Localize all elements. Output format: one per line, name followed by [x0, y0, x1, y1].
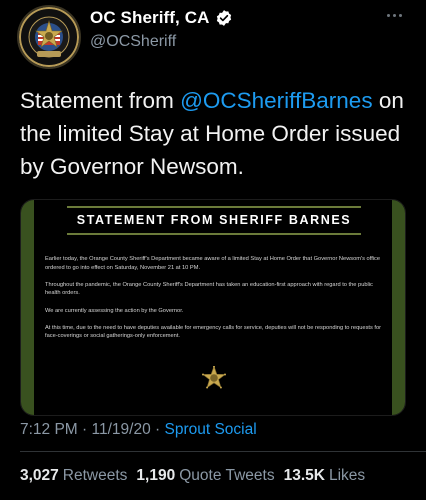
statement-paragraph: Earlier today, the Orange County Sheriff… [45, 256, 381, 271]
likes-stat[interactable]: 13.5K Likes [284, 466, 366, 486]
meta-separator: · [150, 421, 165, 438]
statement-paragraph: At this time, due to the need to have de… [45, 324, 382, 340]
sheriff-star-badge-icon [202, 366, 226, 389]
quote-tweets-stat[interactable]: 1,190 Quote Tweets [136, 466, 274, 486]
verified-badge-icon [217, 10, 232, 26]
statement-heading: STATEMENT FROM SHERIFF BARNES [67, 206, 361, 235]
meta-separator: · [77, 421, 92, 438]
tweet-source-link[interactable]: Sprout Social [164, 421, 256, 438]
avatar[interactable] [17, 5, 81, 69]
divider [20, 451, 426, 452]
tweet-text-before: Statement from [20, 88, 181, 113]
tweet-stats: 3,027 Retweets 1,190 Quote Tweets 13.5K Lik… [20, 466, 374, 486]
tweet-time[interactable]: 7:12 PM [20, 421, 78, 438]
tweet-header: OC Sheriff, CA @OCSheriff [0, 0, 426, 72]
likes-label: Likes [328, 467, 366, 484]
right-accent-bar [392, 200, 405, 415]
retweets-count: 3,027 [20, 467, 59, 484]
author-display-name[interactable]: OC Sheriff, CA [90, 8, 209, 28]
mention-link[interactable]: @OCSheriffBarnes [180, 88, 373, 113]
quote-tweets-label: Quote Tweets [179, 467, 275, 484]
retweets-stat[interactable]: 3,027 Retweets [20, 466, 127, 486]
statement-paragraph: Throughout the pandemic, the Orange Coun… [45, 281, 373, 297]
statement-body: Earlier today, the Orange County Sheriff… [45, 255, 385, 350]
tweet-date[interactable]: 11/19/20 [92, 421, 151, 438]
left-accent-bar [21, 200, 34, 415]
statement-paragraph: We are currently assessing the action by… [45, 307, 184, 314]
tweet-text: Statement from @OCSheriffBarnes on the l… [20, 84, 412, 183]
author-handle[interactable]: @OCSheriff [90, 33, 233, 51]
quote-tweets-count: 1,190 [136, 467, 176, 484]
more-options-icon[interactable] [384, 10, 404, 20]
tweet-image[interactable]: STATEMENT FROM SHERIFF BARNES Earlier to… [20, 199, 406, 416]
retweets-label: Retweets [62, 467, 128, 484]
sheriff-seal-icon [19, 7, 79, 67]
likes-count: 13.5K [283, 467, 325, 484]
tweet-metadata: 7:12 PM · 11/19/20 · Sprout Social [20, 420, 257, 440]
